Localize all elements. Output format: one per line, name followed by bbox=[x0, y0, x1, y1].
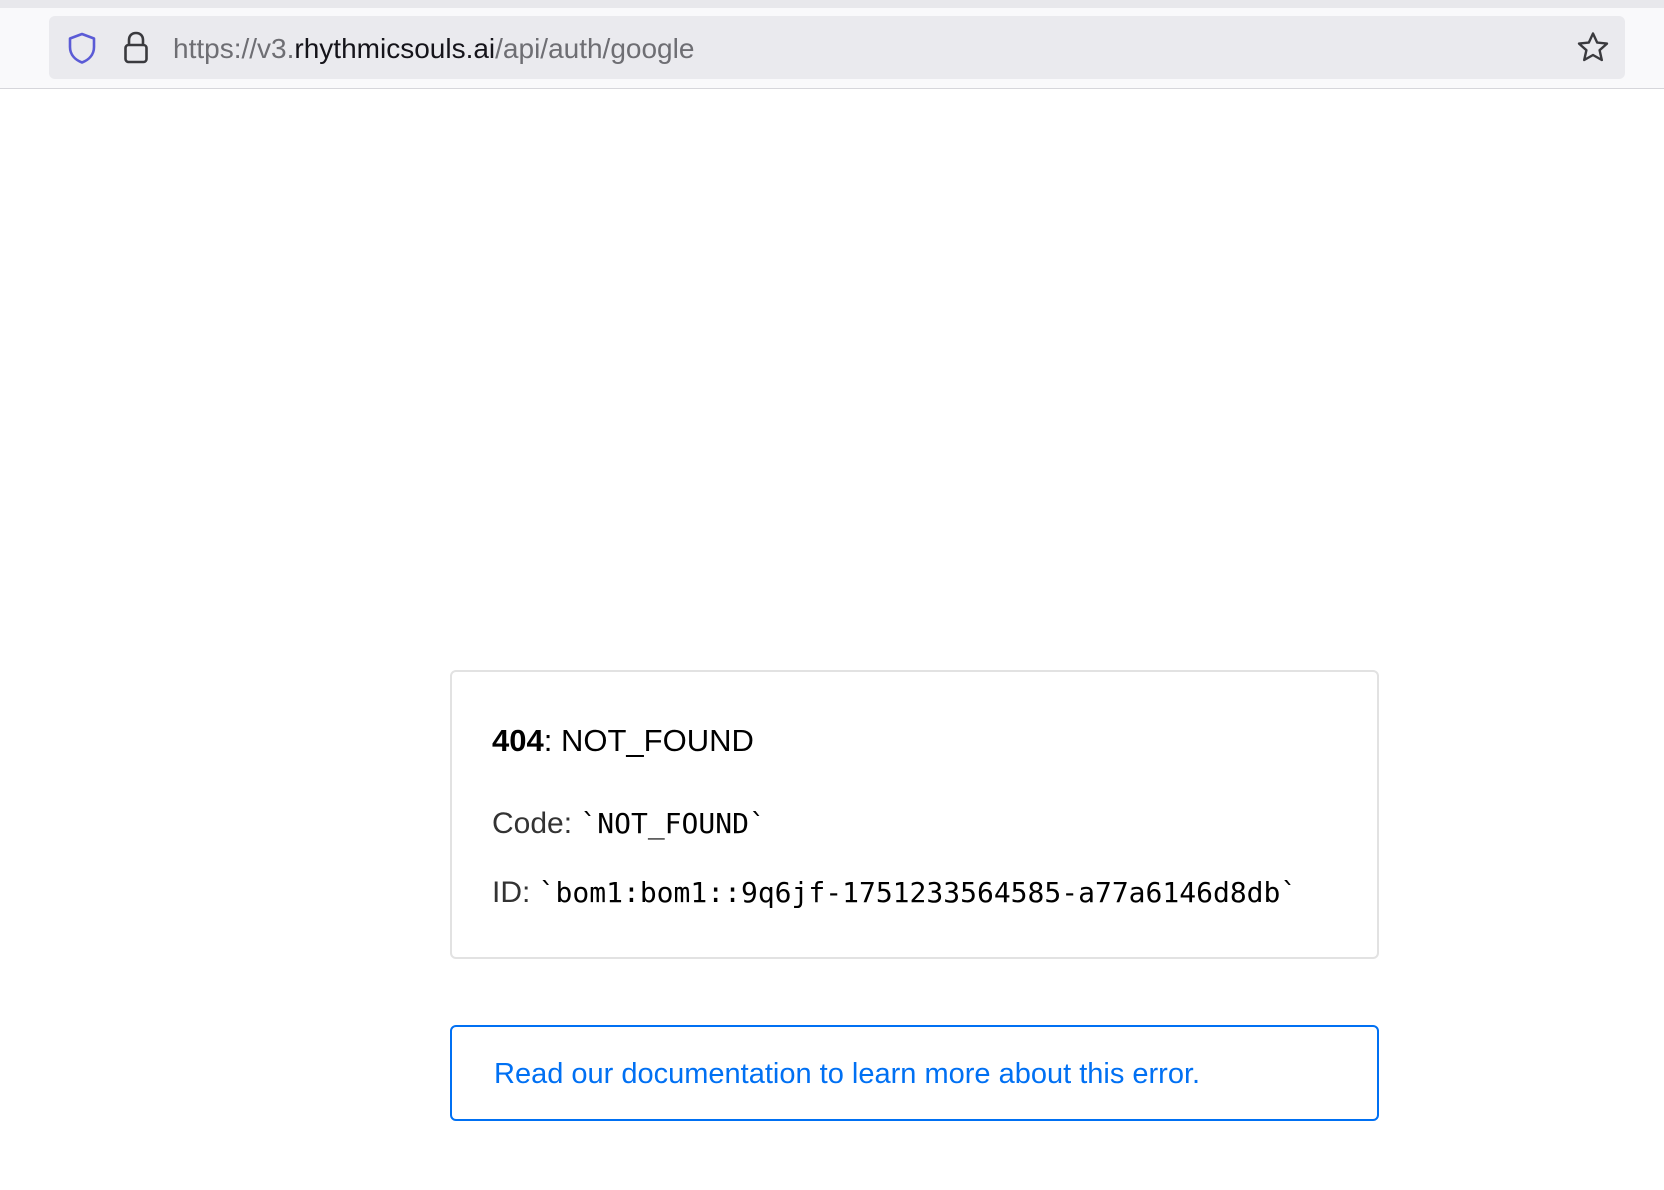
url-path: /api/auth/google bbox=[495, 33, 695, 64]
error-id-line: ID: `bom1:bom1::9q6jf-1751233564585-a77a… bbox=[492, 875, 1297, 911]
error-id-label: ID: bbox=[492, 876, 539, 909]
error-card: 404: NOT_FOUND Code: `NOT_FOUND` ID: `bo… bbox=[450, 670, 1379, 959]
url-host: rhythmicsouls.ai bbox=[294, 33, 496, 64]
page-content: 404: NOT_FOUND Code: `NOT_FOUND` ID: `bo… bbox=[0, 90, 1664, 1190]
error-status-separator: : bbox=[543, 723, 561, 758]
window-top-strip bbox=[0, 0, 1664, 8]
star-icon[interactable] bbox=[1575, 30, 1611, 66]
error-code-line: Code: `NOT_FOUND` bbox=[492, 806, 766, 842]
error-code-label: Code: bbox=[492, 807, 581, 840]
lock-icon[interactable] bbox=[122, 30, 150, 66]
browser-toolbar: https://v3.rhythmicsouls.ai/api/auth/goo… bbox=[0, 8, 1664, 89]
documentation-link-box[interactable]: Read our documentation to learn more abo… bbox=[450, 1025, 1379, 1121]
error-code-value: `NOT_FOUND` bbox=[580, 807, 766, 840]
documentation-link[interactable]: Read our documentation to learn more abo… bbox=[494, 1057, 1200, 1091]
url-prefix: https://v3. bbox=[173, 33, 295, 64]
error-title: 404: NOT_FOUND bbox=[492, 722, 754, 760]
address-bar[interactable]: https://v3.rhythmicsouls.ai/api/auth/goo… bbox=[49, 16, 1625, 79]
error-status-text: NOT_FOUND bbox=[560, 723, 754, 758]
shield-icon[interactable] bbox=[66, 31, 98, 65]
url-text[interactable]: https://v3.rhythmicsouls.ai/api/auth/goo… bbox=[173, 32, 694, 66]
error-status-code: 404 bbox=[492, 723, 544, 758]
error-id-value: `bom1:bom1::9q6jf-1751233564585-a77a6146… bbox=[538, 876, 1298, 909]
